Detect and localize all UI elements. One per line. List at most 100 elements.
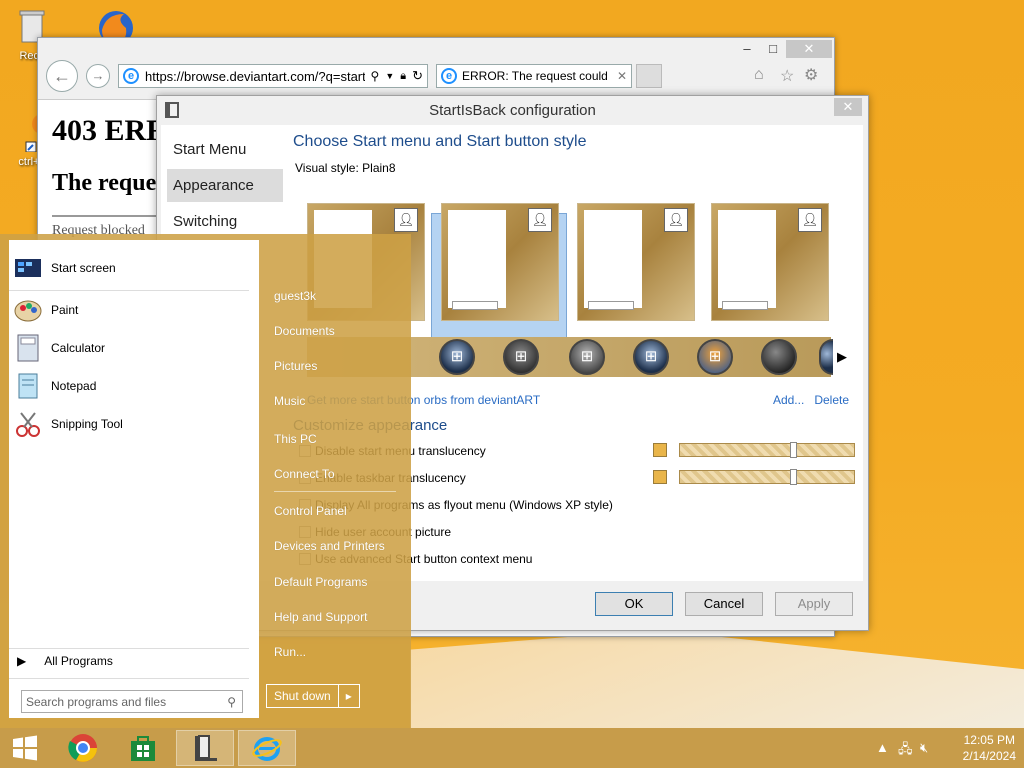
- refresh-icon[interactable]: ↻: [412, 68, 423, 84]
- program-label: Start screen: [51, 261, 116, 275]
- tab-title: ERROR: The request could ...: [462, 69, 612, 83]
- taskbar-translucency-slider[interactable]: [679, 469, 855, 485]
- section-heading: Choose Start menu and Start button style: [293, 133, 587, 150]
- all-programs-button[interactable]: ▶ All Programs: [17, 654, 113, 668]
- right-item-documents[interactable]: Documents: [274, 324, 335, 338]
- slider-knob[interactable]: [790, 442, 797, 458]
- style-thumbnail[interactable]: 👤︎: [577, 203, 695, 321]
- translucency-slider[interactable]: [679, 442, 855, 458]
- taskbar-store[interactable]: [114, 730, 172, 766]
- settings-gear-icon[interactable]: ⚙: [804, 65, 818, 85]
- black-orb-icon[interactable]: [761, 339, 797, 375]
- thumbnail-search-box: [722, 301, 768, 310]
- blue-orb-icon[interactable]: [819, 339, 833, 375]
- notepad-icon: [13, 371, 43, 401]
- right-item-this-pc[interactable]: This PC: [274, 432, 317, 446]
- shutdown-button[interactable]: Shut down: [267, 685, 338, 707]
- program-start-screen[interactable]: Start screen: [9, 250, 259, 286]
- dialog-close-button[interactable]: ✕: [834, 98, 862, 116]
- clock-date: 2/14/2024: [962, 749, 1016, 763]
- right-item-help-support[interactable]: Help and Support: [274, 610, 367, 624]
- search-placeholder: Search programs and files: [26, 694, 167, 709]
- windows-orb-icon[interactable]: ⊞: [569, 339, 605, 375]
- add-link[interactable]: Add...: [773, 393, 804, 407]
- style-thumbnail[interactable]: 👤︎: [711, 203, 829, 321]
- slider-knob[interactable]: [790, 469, 797, 485]
- sidebar-item-start-menu[interactable]: Start Menu: [167, 133, 283, 166]
- right-item-pictures[interactable]: Pictures: [274, 359, 317, 373]
- ok-button[interactable]: OK: [595, 592, 673, 616]
- lock-icon[interactable]: 🔒︎: [400, 70, 406, 83]
- right-item-run[interactable]: Run...: [274, 645, 306, 659]
- color-swatch[interactable]: [653, 470, 667, 484]
- clock[interactable]: 12:05 PM 2/14/2024: [963, 732, 1016, 764]
- clock-time: 12:05 PM: [963, 733, 1015, 747]
- program-snipping-tool[interactable]: Snipping Tool: [9, 406, 259, 442]
- visual-style-value: Plain8: [362, 161, 396, 175]
- show-hidden-icons-arrow-icon[interactable]: ▲: [876, 740, 889, 755]
- dropdown-icon[interactable]: ▼: [385, 71, 394, 81]
- program-paint[interactable]: Paint: [9, 292, 259, 328]
- user-picture-icon: 👤︎: [528, 208, 552, 232]
- windows-orb-icon[interactable]: ⊞: [633, 339, 669, 375]
- chrome-icon: [68, 734, 97, 762]
- taskbar-chrome[interactable]: [54, 730, 112, 766]
- right-item-connect-to[interactable]: Connect To: [274, 467, 335, 481]
- user-picture-icon: 👤︎: [394, 208, 418, 232]
- address-text: https://browse.deviantart.com/?q=start+l: [145, 68, 365, 84]
- program-calculator[interactable]: Calculator: [9, 330, 259, 366]
- search-icon[interactable]: ⚲: [371, 69, 380, 83]
- separator: [9, 648, 249, 649]
- right-item-music[interactable]: Music: [274, 394, 305, 408]
- triangle-right-icon: ▶: [17, 654, 27, 668]
- program-label: Snipping Tool: [51, 417, 123, 431]
- divider: [52, 215, 162, 217]
- user-picture-icon: 👤︎: [798, 208, 822, 232]
- start-menu: Start screen Paint Calculator Notepad Sn…: [0, 234, 411, 728]
- ie-page-icon: e: [123, 68, 139, 84]
- start-menu-programs-pane: Start screen Paint Calculator Notepad Sn…: [9, 240, 259, 718]
- volume-muted-icon[interactable]: 🔇︎: [920, 740, 928, 756]
- back-button[interactable]: ←: [46, 60, 78, 92]
- all-programs-label: All Programs: [44, 654, 113, 668]
- ie-minimize-button[interactable]: –: [734, 40, 760, 58]
- windows-orb-icon[interactable]: ⊞: [439, 339, 475, 375]
- color-swatch[interactable]: [653, 443, 667, 457]
- dialog-titlebar[interactable]: StartIsBack configuration ✕: [157, 96, 868, 125]
- new-tab-button[interactable]: [636, 64, 662, 88]
- tab-close-icon[interactable]: ✕: [617, 69, 627, 83]
- scissors-icon: [13, 409, 43, 439]
- style-thumbnail[interactable]: 👤︎: [441, 203, 559, 321]
- taskbar-startisback[interactable]: [176, 730, 234, 766]
- start-search-input[interactable]: Search programs and files ⚲: [21, 690, 243, 713]
- separator: [9, 290, 249, 291]
- forward-button[interactable]: →: [86, 64, 110, 88]
- address-bar[interactable]: e https://browse.deviantart.com/?q=start…: [118, 64, 428, 88]
- desktop-background-shape: [410, 630, 1024, 728]
- user-name[interactable]: guest3k: [274, 289, 316, 303]
- start-button[interactable]: [0, 730, 50, 766]
- browser-tab[interactable]: e ERROR: The request could ... ✕: [436, 64, 632, 88]
- right-item-devices-printers[interactable]: Devices and Printers: [274, 539, 385, 553]
- ie-maximize-button[interactable]: □: [760, 40, 786, 58]
- taskbar-internet-explorer[interactable]: [238, 730, 296, 766]
- apply-button[interactable]: Apply: [775, 592, 853, 616]
- program-notepad[interactable]: Notepad: [9, 368, 259, 404]
- windows-orb-icon[interactable]: ⊞: [697, 339, 733, 375]
- home-icon[interactable]: ⌂: [754, 66, 764, 84]
- dialog-sidebar: Start Menu Appearance Switching: [167, 133, 283, 241]
- right-item-control-panel[interactable]: Control Panel: [274, 504, 347, 518]
- thumbnail-pane: [448, 210, 506, 308]
- windows-orb-icon[interactable]: ⊞: [503, 339, 539, 375]
- network-icon[interactable]: 🖧︎: [898, 740, 913, 762]
- shutdown-options-arrow-icon[interactable]: ▸: [337, 685, 359, 707]
- scroll-right-arrow-icon[interactable]: ▶: [837, 349, 847, 365]
- favorites-star-icon[interactable]: ☆: [780, 66, 794, 86]
- windows-logo-icon: [13, 735, 37, 761]
- sidebar-item-appearance[interactable]: Appearance: [167, 169, 283, 202]
- store-bag-icon: [131, 736, 155, 761]
- ie-close-button[interactable]: ✕: [786, 40, 832, 58]
- delete-link[interactable]: Delete: [814, 393, 849, 407]
- right-item-default-programs[interactable]: Default Programs: [274, 575, 367, 589]
- cancel-button[interactable]: Cancel: [685, 592, 763, 616]
